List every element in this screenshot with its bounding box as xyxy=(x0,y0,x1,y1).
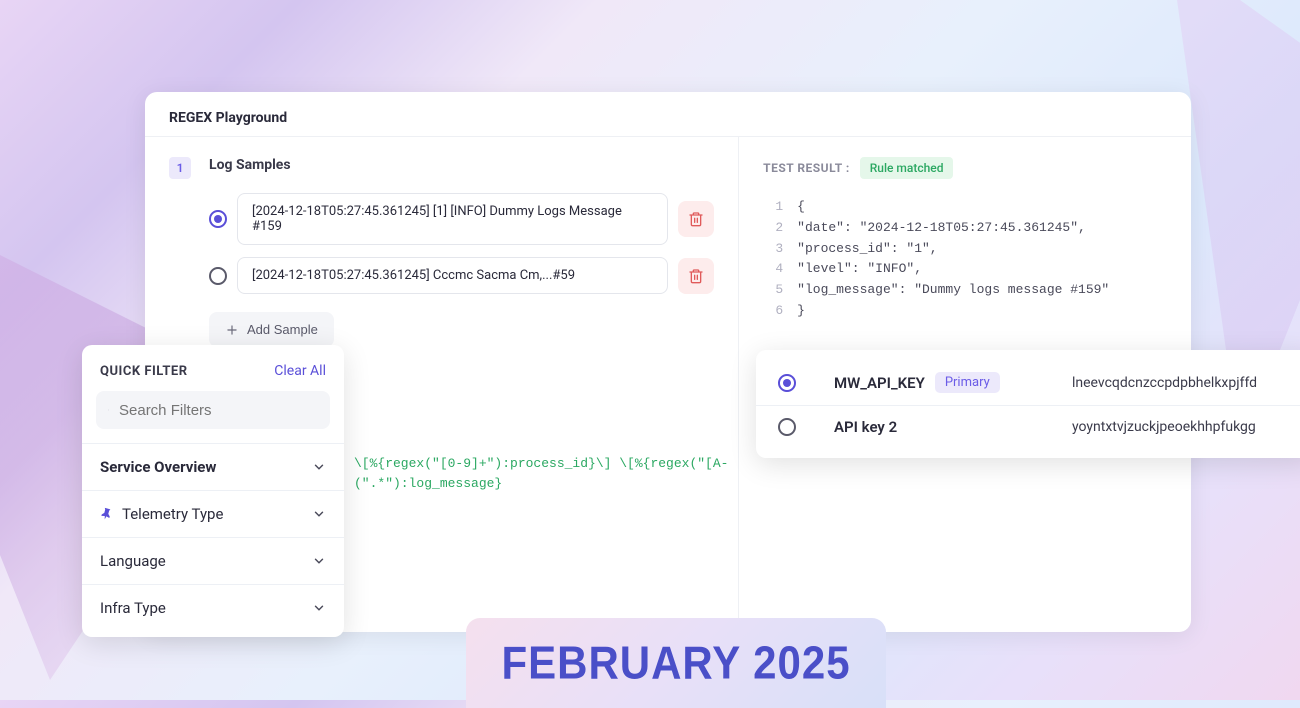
search-icon xyxy=(108,401,109,419)
sample-row: [2024-12-18T05:27:45.361245] Cccmc Sacma… xyxy=(209,257,714,294)
code-line-text: "process_id": "1", xyxy=(797,239,937,260)
filter-search-box[interactable] xyxy=(96,391,330,429)
line-number: 2 xyxy=(763,218,783,239)
month-banner-text: FEBRUARY 2025 xyxy=(501,637,850,690)
api-key-radio[interactable] xyxy=(778,374,796,392)
line-number: 1 xyxy=(763,197,783,218)
code-line-text: "date": "2024-12-18T05:27:45.361245", xyxy=(797,218,1086,239)
api-key-row: MW_API_KEY Primary lneevcqdcnzccpdpbhelkxp… xyxy=(756,360,1300,405)
code-line-text: { xyxy=(797,197,805,218)
api-key-radio[interactable] xyxy=(778,418,796,436)
filter-item-label: Infra Type xyxy=(100,599,166,617)
result-json-code: 1 {2 "date": "2024-12-18T05:27:45.361245"… xyxy=(763,197,1167,322)
chevron-down-icon xyxy=(312,601,326,615)
add-sample-label: Add Sample xyxy=(247,322,318,337)
primary-badge: Primary xyxy=(935,372,1000,393)
sample-text-input[interactable]: [2024-12-18T05:27:45.361245] Cccmc Sacma… xyxy=(237,257,668,294)
filter-item-language[interactable]: Language xyxy=(82,537,344,584)
delete-sample-button[interactable] xyxy=(678,258,714,294)
filter-search-input[interactable] xyxy=(119,402,318,419)
code-line-text: "level": "INFO", xyxy=(797,259,922,280)
delete-sample-button[interactable] xyxy=(678,201,714,237)
panel-title: REGEX Playground xyxy=(145,92,1191,137)
rule-matched-badge: Rule matched xyxy=(860,157,954,179)
filter-item-infra-type[interactable]: Infra Type xyxy=(82,584,344,631)
code-line-text: "log_message": "Dummy logs message #159" xyxy=(797,280,1109,301)
section-number-badge: 1 xyxy=(169,157,191,179)
chevron-down-icon xyxy=(312,507,326,521)
chevron-down-icon xyxy=(312,554,326,568)
filter-item-telemetry-type[interactable]: Telemetry Type xyxy=(82,490,344,537)
sample-row: [2024-12-18T05:27:45.361245] [1] [INFO] … xyxy=(209,193,714,245)
filter-item-service-overview[interactable]: Service Overview xyxy=(82,443,344,490)
filter-item-label: Service Overview xyxy=(100,458,216,476)
api-key-name: API key 2 xyxy=(834,418,897,436)
filter-item-label: Language xyxy=(100,552,166,570)
sample-radio[interactable] xyxy=(209,210,227,228)
plus-icon xyxy=(225,323,239,337)
line-number: 4 xyxy=(763,259,783,280)
chevron-down-icon xyxy=(312,460,326,474)
add-sample-button[interactable]: Add Sample xyxy=(209,312,334,347)
clear-all-link[interactable]: Clear All xyxy=(274,363,326,379)
api-key-name: MW_API_KEY xyxy=(834,374,925,392)
filter-item-label: Telemetry Type xyxy=(122,505,223,523)
sample-text-input[interactable]: [2024-12-18T05:27:45.361245] [1] [INFO] … xyxy=(237,193,668,245)
test-result-label: TEST RESULT : xyxy=(763,161,850,175)
month-banner: FEBRUARY 2025 xyxy=(466,618,886,708)
api-key-value: yoyntxtvjzuckjpeoekhhpfukgg xyxy=(1072,419,1256,435)
quick-filter-title: QUICK FILTER xyxy=(100,364,188,379)
api-key-panel: MW_API_KEY Primary lneevcqdcnzccpdpbhelkxp… xyxy=(756,350,1300,458)
line-number: 6 xyxy=(763,301,783,322)
api-key-row: API key 2 yoyntxtvjzuckjpeoekhhpfukgg xyxy=(756,405,1300,448)
trash-icon xyxy=(688,268,704,284)
code-line-text: } xyxy=(797,301,805,322)
section-title: Log Samples xyxy=(209,157,291,173)
line-number: 5 xyxy=(763,280,783,301)
quick-filter-panel: QUICK FILTER Clear All Service Overview T… xyxy=(82,345,344,637)
api-key-value: lneevcqdcnzccpdpbhelkxpjffd xyxy=(1072,375,1257,391)
line-number: 3 xyxy=(763,239,783,260)
sample-radio[interactable] xyxy=(209,267,227,285)
regex-pattern-snippet: \[%{regex("[0-9]+"):process_id}\] \[%{re… xyxy=(354,454,728,493)
trash-icon xyxy=(688,211,704,227)
pin-icon xyxy=(100,507,114,521)
